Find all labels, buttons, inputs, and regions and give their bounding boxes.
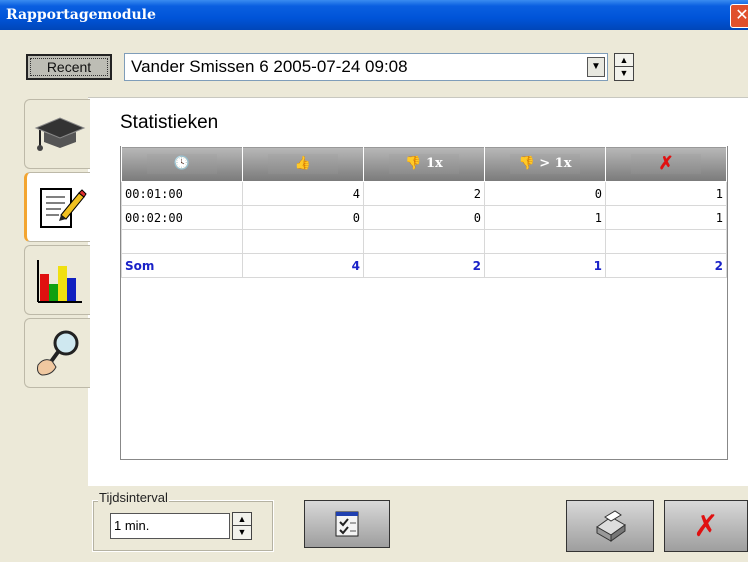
sum-cell: 1 [484,253,606,278]
column-header-correct: 👍 [242,146,364,182]
table-cell [363,229,485,254]
recent-button[interactable]: Recent [26,54,112,80]
tab-search[interactable] [24,318,90,388]
tab-notes[interactable] [24,172,90,242]
spinner-up-icon[interactable]: ▲ [233,513,251,526]
sum-label: Som [121,253,243,278]
session-value: Vander Smissen 6 2005-07-24 09:08 [131,57,408,76]
sum-cell: 2 [605,253,727,278]
page-title: Statistieken [120,112,219,133]
table-cell: 2 [363,181,485,206]
session-combobox[interactable]: Vander Smissen 6 2005-07-24 09:08 ▼ [124,53,608,81]
table-header-row: 🕓 👍 👎 1x 👎 > 1x ✗ [121,146,727,182]
magnifier-hand-icon [36,330,78,376]
spinner-down-icon[interactable]: ▼ [615,67,633,80]
table-row [121,229,727,254]
notepad-pencil-icon [39,188,87,228]
spinner-up-icon[interactable]: ▲ [615,54,633,67]
interval-value: 1 min. [114,518,150,533]
tab-chart[interactable] [24,245,90,315]
table-row: 00:02:00 0 0 1 1 [121,205,727,230]
spinner-down-icon[interactable]: ▼ [233,526,251,539]
table-cell: 0 [363,205,485,230]
window-titlebar: Rapportagemodule ✕ [0,0,748,30]
print-button[interactable] [566,500,654,552]
column-header-wrong-multiple: 👎 > 1x [484,146,606,182]
red-x-icon: ✗ [658,153,674,174]
column-header-time: 🕓 [121,146,243,182]
red-x-icon: ✗ [693,508,719,544]
column-label-more-than-1x: > 1x [539,156,572,171]
window-title: Rapportagemodule [6,7,156,23]
table-row: 00:01:00 4 2 0 1 [121,181,727,206]
table-cell [121,229,243,254]
column-header-wrong-once: 👎 1x [363,146,485,182]
sum-cell: 4 [242,253,364,278]
table-cell: 4 [242,181,364,206]
table-cell [484,229,606,254]
tab-graduation[interactable] [24,99,90,169]
table-cell [242,229,364,254]
clock-icon: 🕓 [173,156,191,171]
bar-chart-icon [36,260,82,303]
session-spinner[interactable]: ▲ ▼ [614,53,634,81]
statistics-table: 🕓 👍 👎 1x 👎 > 1x ✗ 00:01:00 4 2 0 1 00:02… [121,146,727,278]
thumbs-down-icon: 👎 [405,156,422,171]
interval-field[interactable]: 1 min. [110,513,230,539]
close-button[interactable]: ✗ [664,500,748,552]
interval-spinner[interactable]: ▲ ▼ [232,512,252,540]
sum-cell: 2 [363,253,485,278]
thumbs-up-icon: 👍 [294,156,312,171]
table-cell: 00:01:00 [121,181,243,206]
column-header-failed: ✗ [605,146,727,182]
checklist-button[interactable] [304,500,390,548]
table-cell: 0 [484,181,606,206]
table-sum-row: Som 4 2 1 2 [121,253,727,278]
printer-icon [596,510,626,542]
table-cell: 1 [605,205,727,230]
column-label-1x: 1x [425,156,443,171]
table-cell: 0 [242,205,364,230]
thumbs-down-icon: 👎 [518,156,535,171]
checklist-icon [335,511,359,537]
dropdown-arrow-icon[interactable]: ▼ [587,57,605,77]
table-cell: 1 [605,181,727,206]
close-icon: ✕ [735,5,748,24]
table-cell: 00:02:00 [121,205,243,230]
table-cell: 1 [484,205,606,230]
window-close-button[interactable]: ✕ [730,4,748,28]
graduation-cap-icon [34,117,85,151]
table-cell [605,229,727,254]
interval-label: Tijdsinterval [98,490,169,505]
